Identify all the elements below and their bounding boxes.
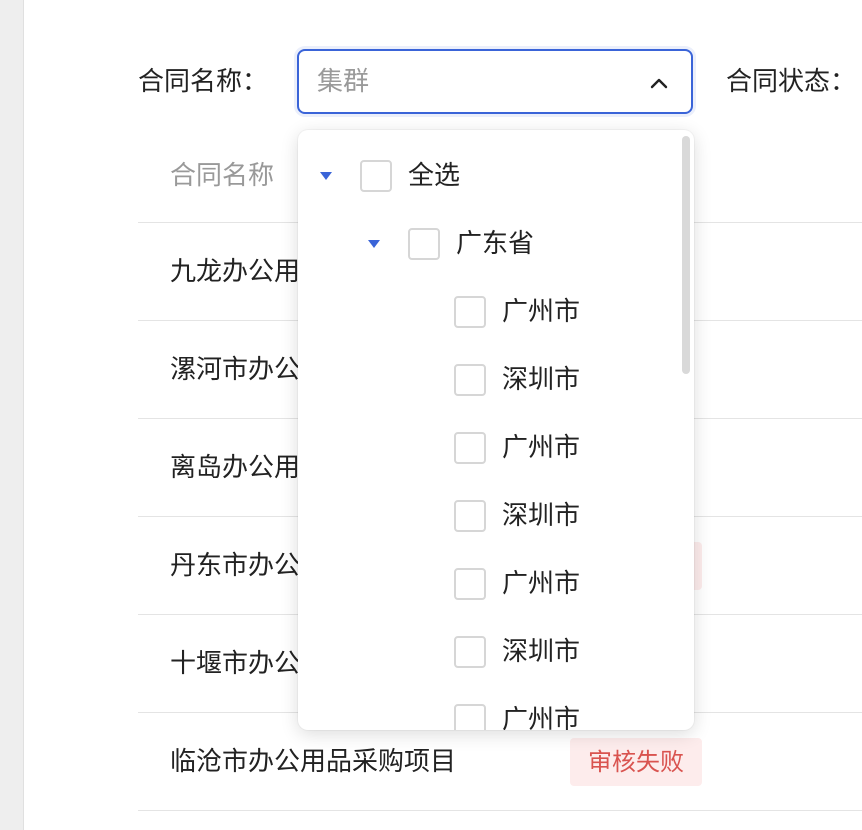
checkbox[interactable] (408, 228, 440, 260)
checkbox[interactable] (454, 636, 486, 668)
tree-option-province[interactable]: 广东省 (368, 226, 534, 262)
tree-option-city[interactable]: 深圳市 (454, 362, 580, 398)
option-label: 深圳市 (502, 637, 581, 667)
checkbox[interactable] (454, 704, 486, 730)
checkbox[interactable] (454, 364, 486, 396)
option-label: 广州市 (502, 705, 581, 730)
chevron-up-icon[interactable] (649, 73, 669, 93)
checkbox[interactable] (454, 296, 486, 328)
checkbox[interactable] (360, 160, 392, 192)
option-label: 广州市 (502, 433, 581, 463)
contract-status-label: 合同状态： (726, 67, 857, 97)
row-divider (138, 810, 862, 811)
tree-option-city[interactable]: 深圳市 (454, 634, 580, 670)
table-row-name: 十堰市办公 (170, 649, 301, 679)
table-row-name: 离岛办公用 (170, 453, 301, 483)
tree-option-city[interactable]: 广州市 (454, 566, 580, 602)
table-row-name: 九龙办公用 (170, 257, 301, 287)
dropdown-scrollbar[interactable] (682, 136, 690, 374)
column-header-contract-name: 合同名称 (170, 161, 275, 191)
option-label: 广东省 (456, 229, 535, 259)
contract-name-select[interactable]: 集群 (297, 49, 693, 114)
tree-option-select-all[interactable]: 全选 (320, 158, 460, 194)
tree-option-city[interactable]: 广州市 (454, 702, 580, 730)
select-placeholder: 集群 (317, 67, 370, 97)
caret-down-icon[interactable] (368, 240, 380, 248)
table-row-name: 丹东市办公 (170, 551, 301, 581)
contract-name-label: 合同名称： (138, 67, 269, 97)
option-label: 深圳市 (502, 501, 581, 531)
checkbox[interactable] (454, 568, 486, 600)
table-row-name: 漯河市办公 (170, 355, 301, 385)
left-sidebar-edge (0, 0, 24, 830)
option-label: 广州市 (502, 297, 581, 327)
checkbox[interactable] (454, 500, 486, 532)
option-label: 全选 (408, 161, 461, 191)
option-label: 广州市 (502, 569, 581, 599)
tree-option-city[interactable]: 广州市 (454, 294, 580, 330)
table-row-name: 临沧市办公用品采购项目 (170, 747, 457, 777)
status-badge: 审核失败 (570, 738, 702, 786)
checkbox[interactable] (454, 432, 486, 464)
option-label: 深圳市 (502, 365, 581, 395)
region-tree-dropdown[interactable]: 全选 广东省 广州市 深圳市 广州市 深圳市 广州市 深圳市 广州市 (298, 130, 694, 730)
tree-option-city[interactable]: 广州市 (454, 430, 580, 466)
caret-down-icon[interactable] (320, 172, 332, 180)
tree-option-city[interactable]: 深圳市 (454, 498, 580, 534)
